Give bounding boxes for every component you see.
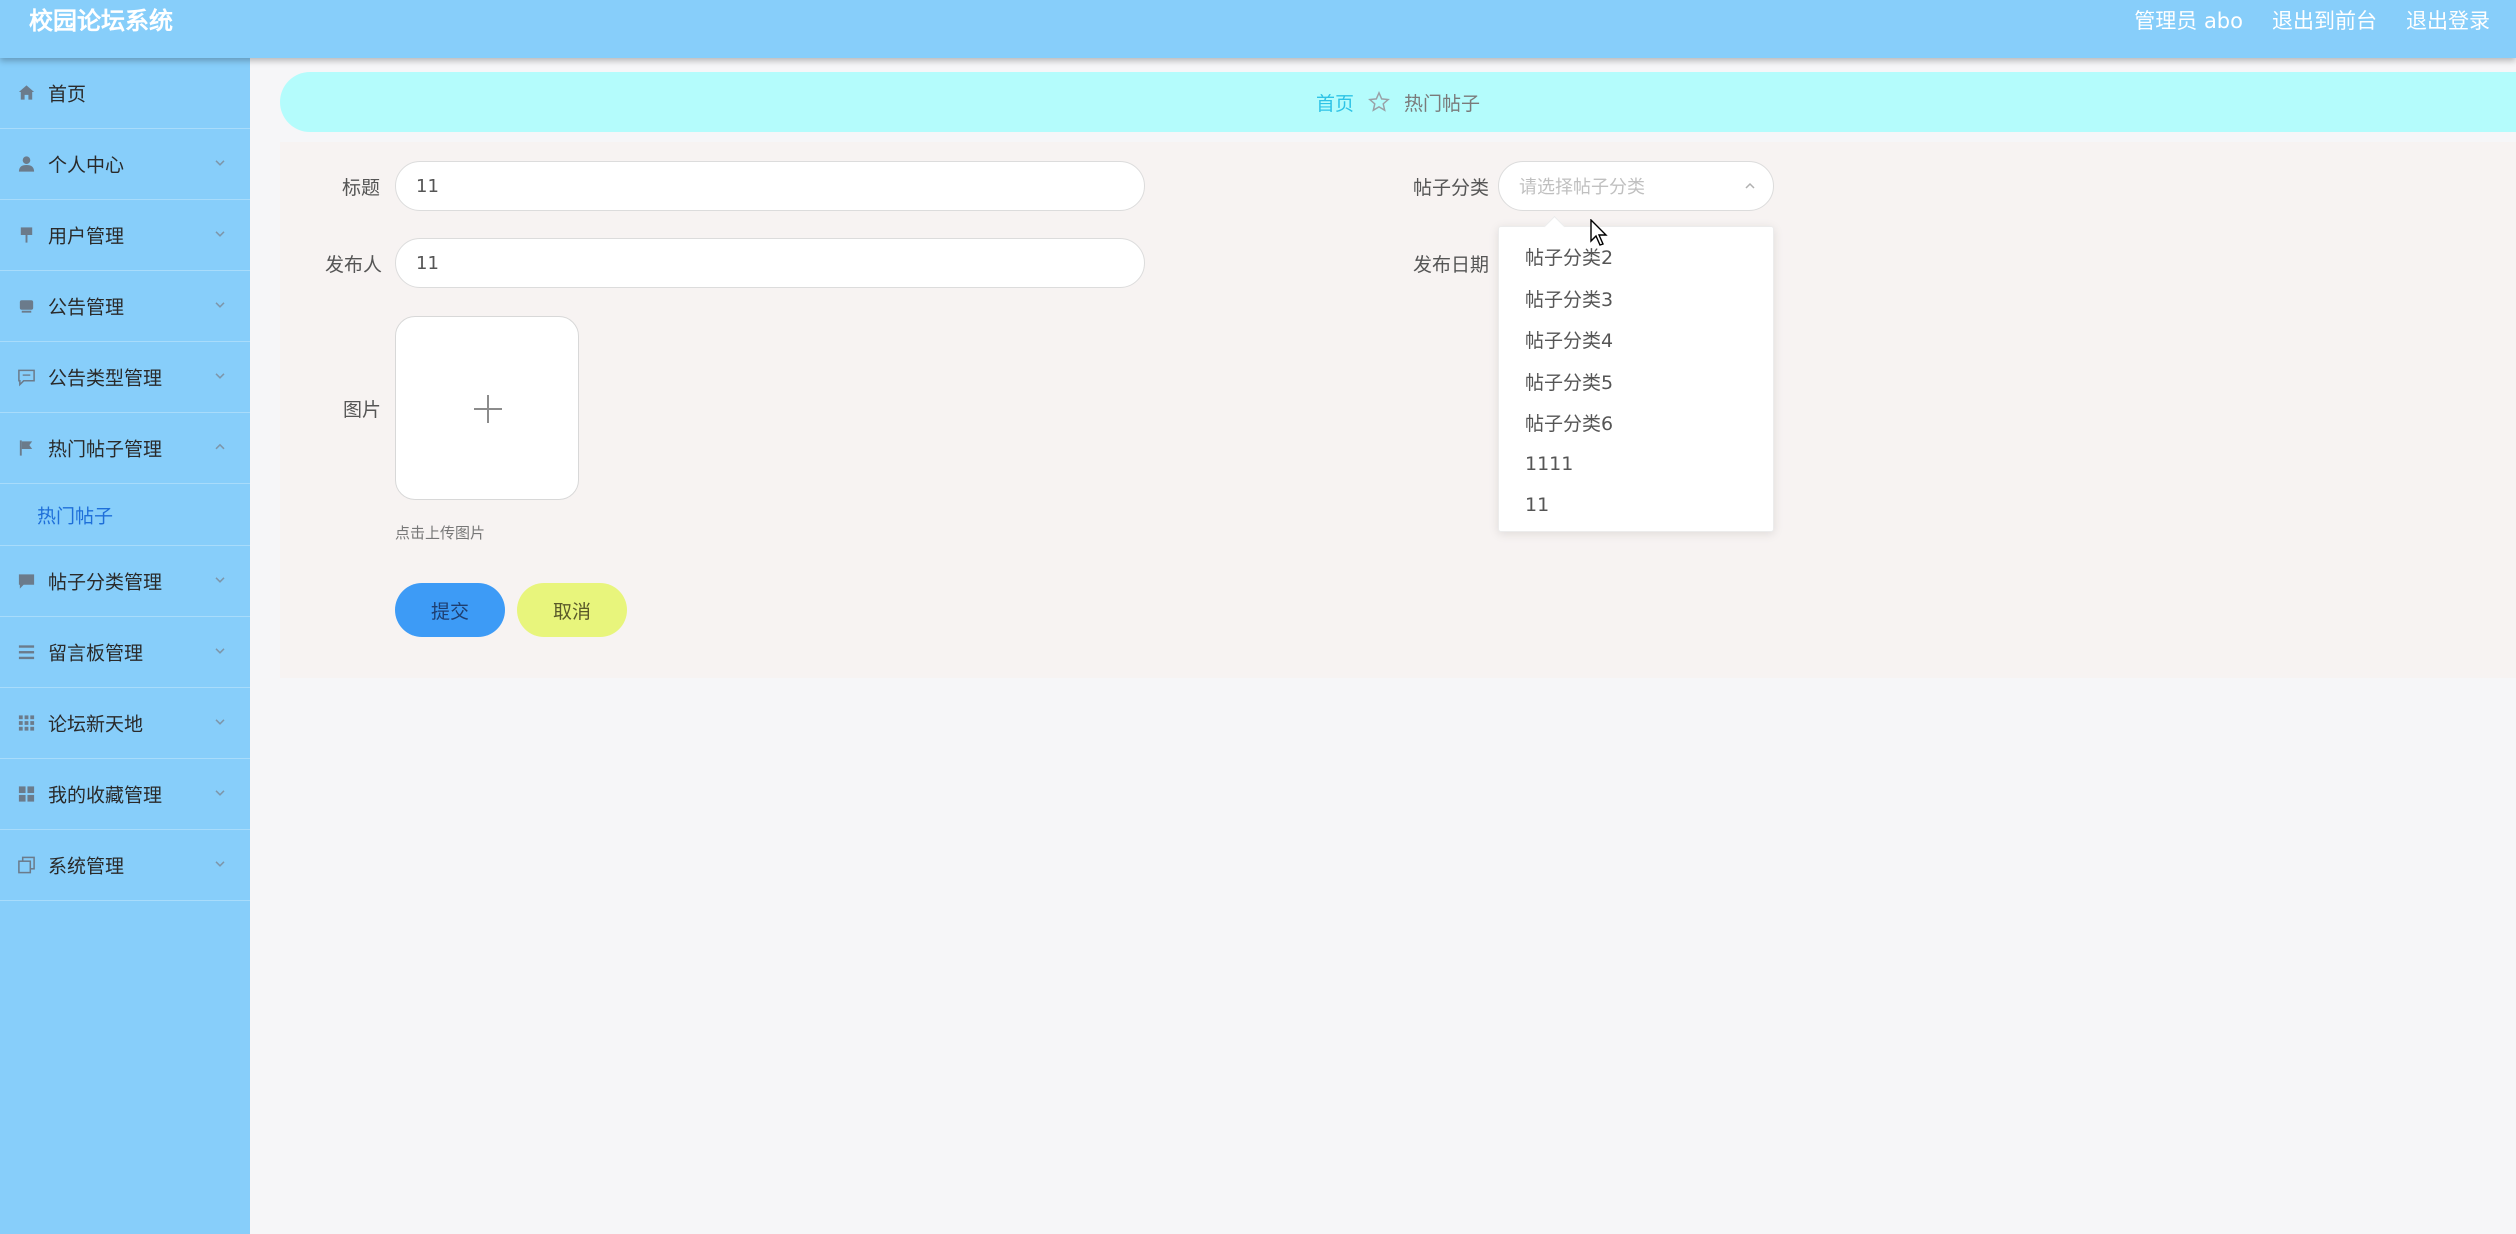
author-input[interactable]: 11 <box>395 238 1145 288</box>
chevron-down-icon <box>215 719 225 725</box>
sidebar-item-label: 热门帖子管理 <box>48 438 163 461</box>
sidebar-item-my-favorites-management[interactable]: 我的收藏管理 <box>0 759 250 830</box>
chevron-down-icon <box>215 790 225 796</box>
sidebar-item-label: 留言板管理 <box>48 642 144 665</box>
chevron-down-icon <box>215 231 225 237</box>
chevron-down-icon <box>215 861 225 867</box>
sidebar-item-label: 我的收藏管理 <box>48 784 163 807</box>
upload-hint: 点击上传图片 <box>395 524 486 542</box>
dropdown-option[interactable]: 1111 <box>1499 443 1773 485</box>
sidebar-item-label: 公告类型管理 <box>48 367 163 390</box>
title-input-value: 11 <box>416 175 439 197</box>
sidebar-item-label: 个人中心 <box>48 154 125 177</box>
star-icon <box>1368 91 1390 112</box>
chat-icon <box>18 369 35 387</box>
grid-icon <box>18 715 35 731</box>
sidebar-item-label: 帖子分类管理 <box>48 571 163 594</box>
dropdown-option[interactable]: 帖子分类4 <box>1499 318 1773 360</box>
sidebar-item-post-category-management[interactable]: 帖子分类管理 <box>0 546 250 617</box>
top-header: 校园论坛系统 管理员 abo 退出到前台 退出登录 <box>0 0 2516 58</box>
sidebar-item-forum-new-world[interactable]: 论坛新天地 <box>0 688 250 759</box>
sidebar-subitem-hot-posts[interactable]: 热门帖子 <box>0 484 250 546</box>
copy-icon <box>18 856 35 874</box>
chevron-down-icon <box>215 373 225 379</box>
dropdown-option[interactable]: 帖子分类5 <box>1499 360 1773 402</box>
dropdown-option[interactable]: 帖子分类2 <box>1499 235 1773 277</box>
dropdown-option[interactable]: 帖子分类3 <box>1499 277 1773 319</box>
sidebar-item-home[interactable]: 首页 <box>0 58 250 129</box>
home-icon <box>18 85 35 100</box>
category-dropdown: 帖子分类2 帖子分类3 帖子分类4 帖子分类5 帖子分类6 1111 11 <box>1498 226 1774 532</box>
mouse-cursor-icon <box>1590 219 1608 246</box>
category-select-placeholder: 请选择帖子分类 <box>1519 177 1645 198</box>
message-icon <box>18 574 35 589</box>
app-title: 校园论坛系统 <box>29 7 173 35</box>
breadcrumb-home-link[interactable]: 首页 <box>1316 89 1354 116</box>
top-links: 管理员 abo 退出到前台 退出登录 <box>2134 4 2490 38</box>
sidebar-item-user-management[interactable]: 用户管理 <box>0 200 250 271</box>
user-icon <box>18 156 35 172</box>
chevron-up-icon <box>215 443 225 450</box>
cancel-button[interactable]: 取消 <box>517 583 627 637</box>
chevron-up-icon <box>1745 182 1755 189</box>
sidebar-item-notice-type-management[interactable]: 公告类型管理 <box>0 342 250 413</box>
chevron-down-icon <box>215 577 225 583</box>
sidebar-item-system-management[interactable]: 系统管理 <box>0 830 250 901</box>
submit-button[interactable]: 提交 <box>395 583 505 637</box>
sidebar-item-label: 用户管理 <box>48 225 125 248</box>
title-input[interactable]: 11 <box>395 161 1145 211</box>
plus-icon <box>474 395 502 423</box>
breadcrumb: 首页 热门帖子 <box>280 72 2516 132</box>
author-label: 发布人 <box>325 254 383 276</box>
sidebar-item-label: 系统管理 <box>48 855 125 878</box>
chevron-down-icon <box>215 648 225 654</box>
sidebar-item-label: 论坛新天地 <box>48 713 144 736</box>
category-select[interactable]: 请选择帖子分类 <box>1498 161 1774 211</box>
sidebar-item-label: 首页 <box>48 83 87 106</box>
chevron-down-icon <box>215 302 225 308</box>
dropdown-option[interactable]: 11 <box>1499 484 1773 526</box>
date-label: 发布日期 <box>1413 254 1490 276</box>
list-icon <box>18 645 35 660</box>
image-label: 图片 <box>343 399 382 421</box>
chevron-down-icon <box>215 160 225 166</box>
breadcrumb-current: 热门帖子 <box>1404 92 1481 115</box>
dropdown-option[interactable]: 帖子分类6 <box>1499 401 1773 443</box>
author-input-value: 11 <box>416 252 439 274</box>
flag-icon <box>19 440 33 456</box>
sidebar-item-notice-management[interactable]: 公告管理 <box>0 271 250 342</box>
exit-to-front-link[interactable]: 退出到前台 <box>2272 4 2377 38</box>
sidebar-item-hot-posts-management[interactable]: 热门帖子管理 <box>0 413 250 484</box>
sidebar-item-message-board-management[interactable]: 留言板管理 <box>0 617 250 688</box>
pin-icon <box>20 227 33 243</box>
inbox-icon <box>19 300 34 313</box>
logout-link[interactable]: 退出登录 <box>2406 4 2490 38</box>
category-label: 帖子分类 <box>1413 177 1490 199</box>
image-upload-box[interactable] <box>395 316 579 500</box>
sidebar-item-label: 公告管理 <box>48 296 125 319</box>
sidebar: 首页 个人中心 用户管理 公告管理 公告类型管理 热门帖子管理 热门帖子 帖子分… <box>0 58 250 1234</box>
sidebar-item-personal-center[interactable]: 个人中心 <box>0 129 250 200</box>
apps-icon <box>18 786 35 802</box>
admin-user-link[interactable]: 管理员 abo <box>2134 4 2243 38</box>
sidebar-subitem-label: 热门帖子 <box>37 505 114 527</box>
